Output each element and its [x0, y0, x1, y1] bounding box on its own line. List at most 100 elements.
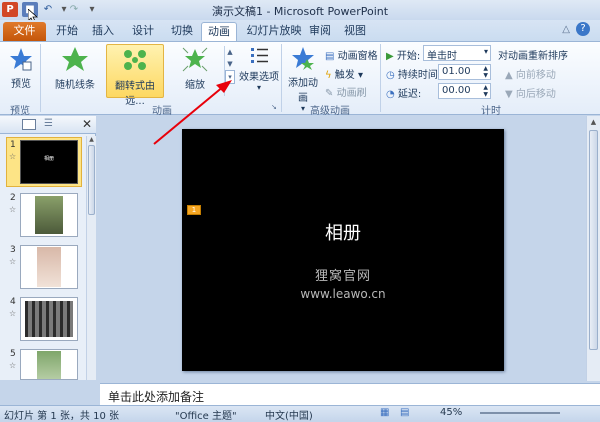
window-title: 演示文稿1 - Microsoft PowerPoint — [211, 5, 389, 18]
thumb-number: 5 — [10, 349, 16, 359]
down-arrow-icon: ▼ — [505, 89, 513, 100]
preview-group-label: 预览 — [10, 106, 30, 117]
reorder-label: 对动画重新排序 — [498, 51, 568, 62]
close-pane-icon[interactable]: ✕ — [82, 117, 92, 131]
anim-random-bars[interactable]: 随机线条 — [52, 45, 98, 91]
trigger-button[interactable]: ϟ 触发 ▾ — [325, 66, 363, 81]
notes-pane[interactable]: 单击此处添加备注 — [100, 383, 600, 405]
star-green-icon — [62, 47, 88, 71]
star-zoom-icon — [182, 47, 208, 72]
duration-input[interactable]: 01.00 ▲ ▼ — [438, 64, 491, 80]
group-divider — [380, 44, 381, 112]
lightning-icon: ϟ — [325, 70, 332, 81]
thumb-slide-3[interactable] — [20, 245, 78, 289]
duration-value: 01.00 — [442, 66, 471, 77]
thumb-slide-2[interactable] — [20, 193, 78, 237]
tab-file[interactable]: 文件 — [3, 22, 46, 41]
tab-view[interactable]: 视图 — [340, 22, 370, 41]
advanced-group-label: 高级动画 — [310, 106, 350, 117]
slide-subtitle[interactable]: 狸窝官网 — [182, 265, 504, 284]
add-animation-icon — [292, 47, 314, 70]
gallery-up-icon[interactable]: ▲ — [225, 46, 235, 58]
gallery-down-icon[interactable]: ▼ — [225, 58, 235, 70]
tab-design[interactable]: 设计 — [126, 22, 160, 41]
tab-animations[interactable]: 动画 — [201, 22, 237, 41]
slide-scrollbar[interactable]: ▲ — [586, 116, 600, 381]
thumb-number: 3 — [10, 245, 16, 255]
delay-spin-icon[interactable]: ▲ ▼ — [483, 84, 488, 98]
slide-title[interactable]: 相册 — [182, 219, 504, 245]
start-dropdown-icon: ▾ — [483, 47, 488, 56]
tab-transitions[interactable]: 切换 — [165, 22, 199, 41]
slide-canvas[interactable]: 相册 狸窝官网 www.leawo.cn — [182, 129, 504, 371]
scroll-up-icon[interactable]: ▲ — [587, 118, 600, 126]
thumb-slide-4[interactable] — [20, 297, 78, 341]
animation-pane-label: 动画窗格 — [337, 51, 378, 62]
title-bar: P ■ ↶ ▾ ↷ ▾ 演示文稿1 - Microsoft PowerPoint — [0, 0, 600, 23]
delay-input[interactable]: 00.00 ▲ ▼ — [438, 83, 491, 99]
brush-icon: ✎ — [325, 88, 334, 99]
effect-options-button[interactable]: 效果选项 ▾ — [238, 45, 280, 92]
start-icon: ▶ — [386, 51, 394, 62]
move-later-button[interactable]: ▼ 向后移动 — [505, 85, 556, 100]
tab-slideshow[interactable]: 幻灯片放映 — [246, 22, 302, 41]
help-icon[interactable]: ? — [576, 22, 590, 36]
view-normal-icon[interactable]: ▦ — [380, 407, 389, 418]
thumb-anim-icon: ☆ — [9, 205, 17, 214]
move-earlier-button[interactable]: ▲ 向前移动 — [505, 66, 556, 81]
effect-options-dropdown-icon: ▾ — [256, 83, 261, 92]
slide-thumbnail-pane: ☰ ✕ 1 ☆ 相册 2 ☆ 3 ☆ 4 ☆ 5 ☆ ▲ — [0, 116, 96, 380]
minimize-ribbon-icon[interactable]: △ — [562, 24, 570, 35]
ribbon-tabs: 文件 开始 插入 设计 切换 动画 幻灯片放映 审阅 视图 △ ? — [0, 20, 600, 41]
start-select[interactable]: 单击时 ▾ — [423, 45, 491, 62]
thumb-slide-5[interactable] — [20, 349, 78, 380]
thumb-anim-icon: ☆ — [9, 361, 17, 370]
tab-home[interactable]: 开始 — [52, 22, 82, 41]
scroll-thumb[interactable] — [589, 130, 598, 350]
start-value: 单击时 — [427, 51, 457, 62]
photo-image — [25, 301, 73, 337]
add-animation-label: 添加动画 — [288, 78, 318, 104]
group-divider — [40, 44, 41, 112]
thumb-slide-1-title: 相册 — [43, 156, 54, 162]
thumbnail-pane-header: ☰ ✕ — [0, 116, 96, 134]
status-bar: 幻灯片 第 1 张，共 10 张 "Office 主题" 中文(中国) ▦ ▤ … — [0, 405, 600, 422]
preview-button[interactable]: 预览 — [6, 46, 36, 90]
animation-pane-icon: ▤ — [325, 51, 335, 62]
timing-group-label: 计时 — [481, 106, 501, 117]
thumb-anim-icon: ☆ — [9, 257, 17, 266]
animation-pane-button[interactable]: ▤ 动画窗格 — [325, 47, 378, 62]
view-sorter-icon[interactable]: ▤ — [400, 407, 409, 418]
animation-painter-button[interactable]: ✎ 动画刷 — [325, 84, 367, 99]
slides-tab-icon[interactable] — [22, 119, 36, 130]
scroll-thumb[interactable] — [88, 145, 95, 215]
thumb-number: 1 — [10, 140, 16, 150]
trigger-label: 触发 — [334, 70, 355, 81]
thumb-anim-icon: ☆ — [9, 309, 17, 318]
star-preview-icon — [10, 48, 32, 71]
annotation-arrow — [153, 80, 232, 145]
anim-random-bars-label: 随机线条 — [55, 80, 95, 91]
slide-url[interactable]: www.leawo.cn — [182, 287, 504, 301]
thumb-slide-1[interactable]: 相册 — [20, 140, 78, 184]
zoom-slider[interactable] — [480, 412, 560, 414]
dialog-launcher-icon[interactable]: ↘ — [271, 103, 277, 111]
effect-options-label: 效果选项 — [239, 72, 279, 83]
outline-tab-icon[interactable]: ☰ — [44, 118, 53, 129]
thumb-anim-icon: ☆ — [9, 152, 17, 161]
up-arrow-icon: ▲ — [505, 70, 513, 81]
animation-tag-icon[interactable]: 1 — [187, 205, 201, 215]
star-flip-icon — [124, 50, 146, 70]
ribbon: 预览 预览 随机线条 翻转式由远... 缩放 ▲ ▼ ▾ 效果选项 ▾ 动画 ↘… — [0, 41, 600, 117]
thumbnail-scrollbar[interactable]: ▲ — [86, 136, 96, 380]
scroll-up-icon[interactable]: ▲ — [87, 136, 96, 143]
duration-spin-icon[interactable]: ▲ ▼ — [483, 65, 488, 79]
tab-insert[interactable]: 插入 — [88, 22, 118, 41]
tab-review[interactable]: 审阅 — [305, 22, 335, 41]
zoom-level[interactable]: 45% — [440, 407, 462, 418]
effect-options-icon — [251, 48, 268, 63]
thumb-number: 2 — [10, 193, 16, 203]
preview-label: 预览 — [11, 79, 31, 90]
photo-image — [37, 247, 61, 287]
photo-image — [37, 351, 61, 379]
